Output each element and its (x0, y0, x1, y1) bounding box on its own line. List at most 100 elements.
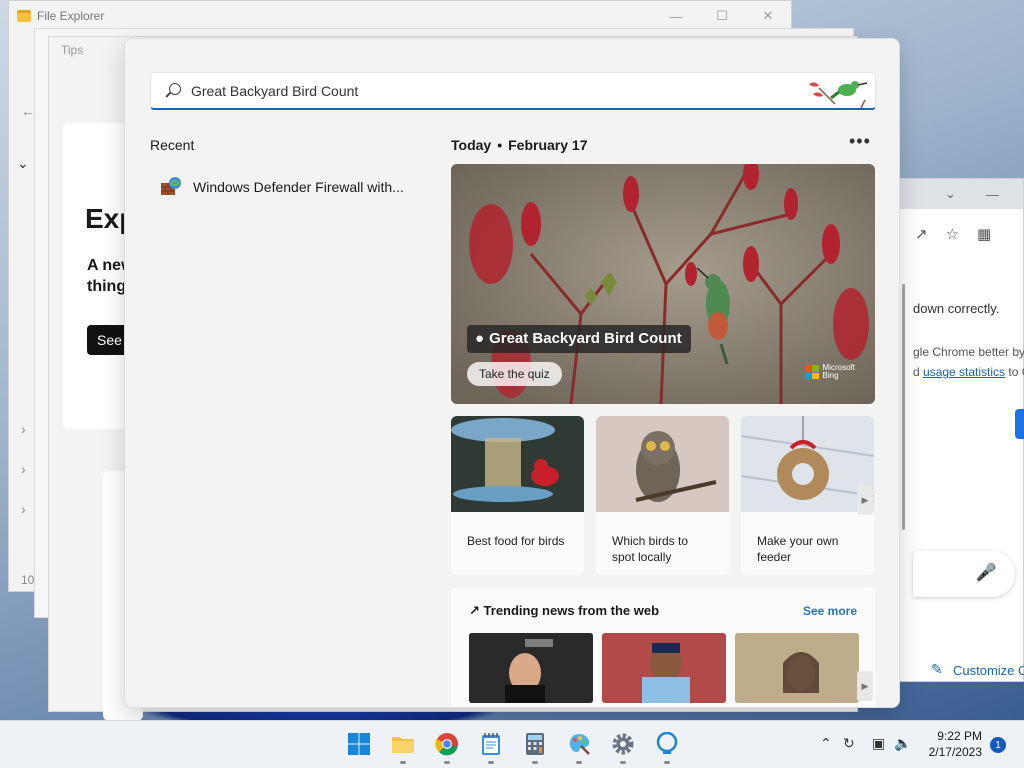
trending-title: ↗ Trending news from the web (469, 603, 659, 619)
folder-icon (17, 10, 31, 22)
minimize-icon[interactable]: — (986, 187, 999, 202)
settings-icon[interactable] (610, 731, 636, 757)
owl-image (596, 416, 729, 512)
window-controls: — ☐ ✕ (653, 1, 791, 31)
scrollbar[interactable] (902, 284, 905, 530)
running-indicator (532, 761, 538, 764)
wreath-feeder-image (741, 416, 874, 512)
share-icon[interactable]: ↗ (915, 225, 928, 243)
clock[interactable]: 9:22 PM 2/17/2023 (929, 728, 982, 760)
sync-alert-icon[interactable]: ↻ (843, 735, 855, 752)
running-indicator (400, 761, 406, 764)
chevron-down-icon[interactable]: ⌄ (17, 155, 29, 172)
recent-item-label: Windows Defender Firewall with... (193, 179, 404, 195)
hummingbird-doodle-icon (809, 81, 868, 108)
location-pin-icon: ● (475, 330, 485, 347)
chrome-line3-prefix: d (913, 365, 924, 379)
minimize-icon[interactable]: — (653, 1, 699, 31)
hero-title: Great Backyard Bird Count (489, 330, 682, 347)
suggestion-card-label: Make your own feeder (757, 534, 839, 564)
running-indicator (576, 761, 582, 764)
search-box[interactable] (150, 72, 876, 110)
file-explorer-icon[interactable] (390, 731, 416, 757)
notification-badge[interactable]: 1 (990, 737, 1006, 753)
extensions-icon[interactable]: ▦ (977, 225, 991, 243)
maximize-icon[interactable]: ☐ (699, 1, 745, 31)
hero-card[interactable]: ● Great Backyard Bird Count Take the qui… (451, 164, 875, 404)
brand-line2: Bing (822, 371, 839, 380)
volume-icon[interactable]: 🔈 (894, 735, 911, 752)
chrome-window[interactable]: ⌄ — ↗ ☆ ▦ down correctly. gle Chrome bet… (898, 178, 1024, 682)
star-icon[interactable]: ☆ (946, 225, 959, 243)
running-indicator (444, 761, 450, 764)
usage-statistics-link[interactable]: usage statistics (923, 365, 1005, 379)
today-label: Today (451, 137, 492, 153)
taskbar: ⌃ ↻ ▣ 🔈 9:22 PM 2/17/2023 1 (0, 720, 1024, 768)
calculator-icon[interactable] (522, 731, 548, 757)
chrome-toolbar: ↗ ☆ ▦ (915, 225, 991, 243)
today-date: February 17 (508, 137, 588, 153)
recent-heading: Recent (150, 137, 195, 153)
take-quiz-button[interactable]: Take the quiz (467, 362, 562, 386)
chrome-line3: d usage statistics to G (913, 365, 1024, 379)
search-icon (165, 82, 181, 99)
trending-title-text: Trending news from the web (483, 603, 660, 618)
news-thumbnail[interactable] (602, 633, 726, 703)
suggestion-card[interactable]: Which birds to spot locally (596, 416, 729, 575)
chevron-right-icon[interactable]: › (21, 421, 26, 437)
customize-chrome-link[interactable]: Customize C (953, 663, 1024, 678)
see-more-link[interactable]: See more (803, 604, 857, 618)
close-icon[interactable]: ✕ (745, 1, 791, 31)
suggestion-card[interactable]: Make your own feeder (741, 416, 874, 575)
chevron-right-icon[interactable]: › (21, 501, 26, 517)
file-explorer-title: File Explorer (37, 9, 105, 23)
suggestion-card[interactable]: Best food for birds (451, 416, 584, 575)
clock-date: 2/17/2023 (928, 745, 982, 759)
pencil-icon: ✎ (931, 661, 943, 677)
suggestion-card-label: Best food for birds (467, 534, 565, 548)
tips-title: Tips (61, 43, 84, 57)
news-thumbnail[interactable] (469, 633, 593, 703)
chevron-down-icon[interactable]: ⌄ (945, 186, 956, 202)
bird-feeder-image (451, 416, 584, 512)
microphone-icon[interactable]: 🎤 (976, 563, 997, 583)
status-item-count: 10 (21, 573, 35, 587)
tips-lightbulb-icon[interactable] (654, 731, 680, 757)
search-input[interactable] (191, 82, 791, 99)
cards-next-arrow-icon[interactable]: ▶ (857, 485, 873, 515)
chrome-tabstrip: ⌄ — (899, 179, 1023, 209)
chevron-right-icon[interactable]: › (21, 461, 26, 477)
network-icon[interactable]: ▣ (872, 735, 885, 752)
firewall-icon (159, 175, 183, 199)
back-arrow-icon[interactable]: ← (21, 103, 35, 119)
hero-title-tag[interactable]: ● Great Backyard Bird Count (467, 325, 691, 353)
chrome-blue-button[interactable] (1015, 409, 1024, 439)
windows-start-icon[interactable] (346, 731, 372, 757)
notepad-icon[interactable] (478, 731, 504, 757)
chrome-search-box[interactable]: 🎤 (913, 551, 1015, 597)
chrome-line3-suffix: to G (1008, 365, 1024, 379)
trending-arrow-icon: ↗ (469, 603, 480, 618)
chrome-icon[interactable] (434, 731, 460, 757)
suggestion-card-label: Which birds to spot locally (612, 534, 689, 564)
microsoft-bing-logo: Microsoft Bing (804, 364, 855, 380)
clock-time: 9:22 PM (937, 729, 982, 743)
recent-item[interactable]: Windows Defender Firewall with... (159, 175, 404, 199)
microsoft-logo-icon (804, 365, 819, 379)
tips-body-line2: thing (87, 278, 127, 295)
trending-news-section: ↗ Trending news from the web See more (451, 587, 875, 707)
news-thumbnail[interactable] (735, 633, 859, 703)
today-heading: Today • February 17 (451, 137, 587, 153)
running-indicator (664, 761, 670, 764)
chrome-line2: gle Chrome better by (913, 345, 1024, 359)
running-indicator (620, 761, 626, 764)
show-hidden-icons-icon[interactable]: ⌃ (820, 735, 832, 752)
search-flyout: Recent Windows Defender Firewall with...… (124, 38, 900, 708)
more-options-icon[interactable]: ••• (849, 131, 871, 152)
trending-next-arrow-icon[interactable]: ▶ (857, 671, 873, 701)
suggestion-cards: Best food for birds Which birds to spot … (451, 416, 874, 575)
paint-icon[interactable] (566, 731, 592, 757)
running-indicator (488, 761, 494, 764)
chrome-message: down correctly. (913, 301, 1000, 316)
separator-dot: • (497, 137, 503, 153)
